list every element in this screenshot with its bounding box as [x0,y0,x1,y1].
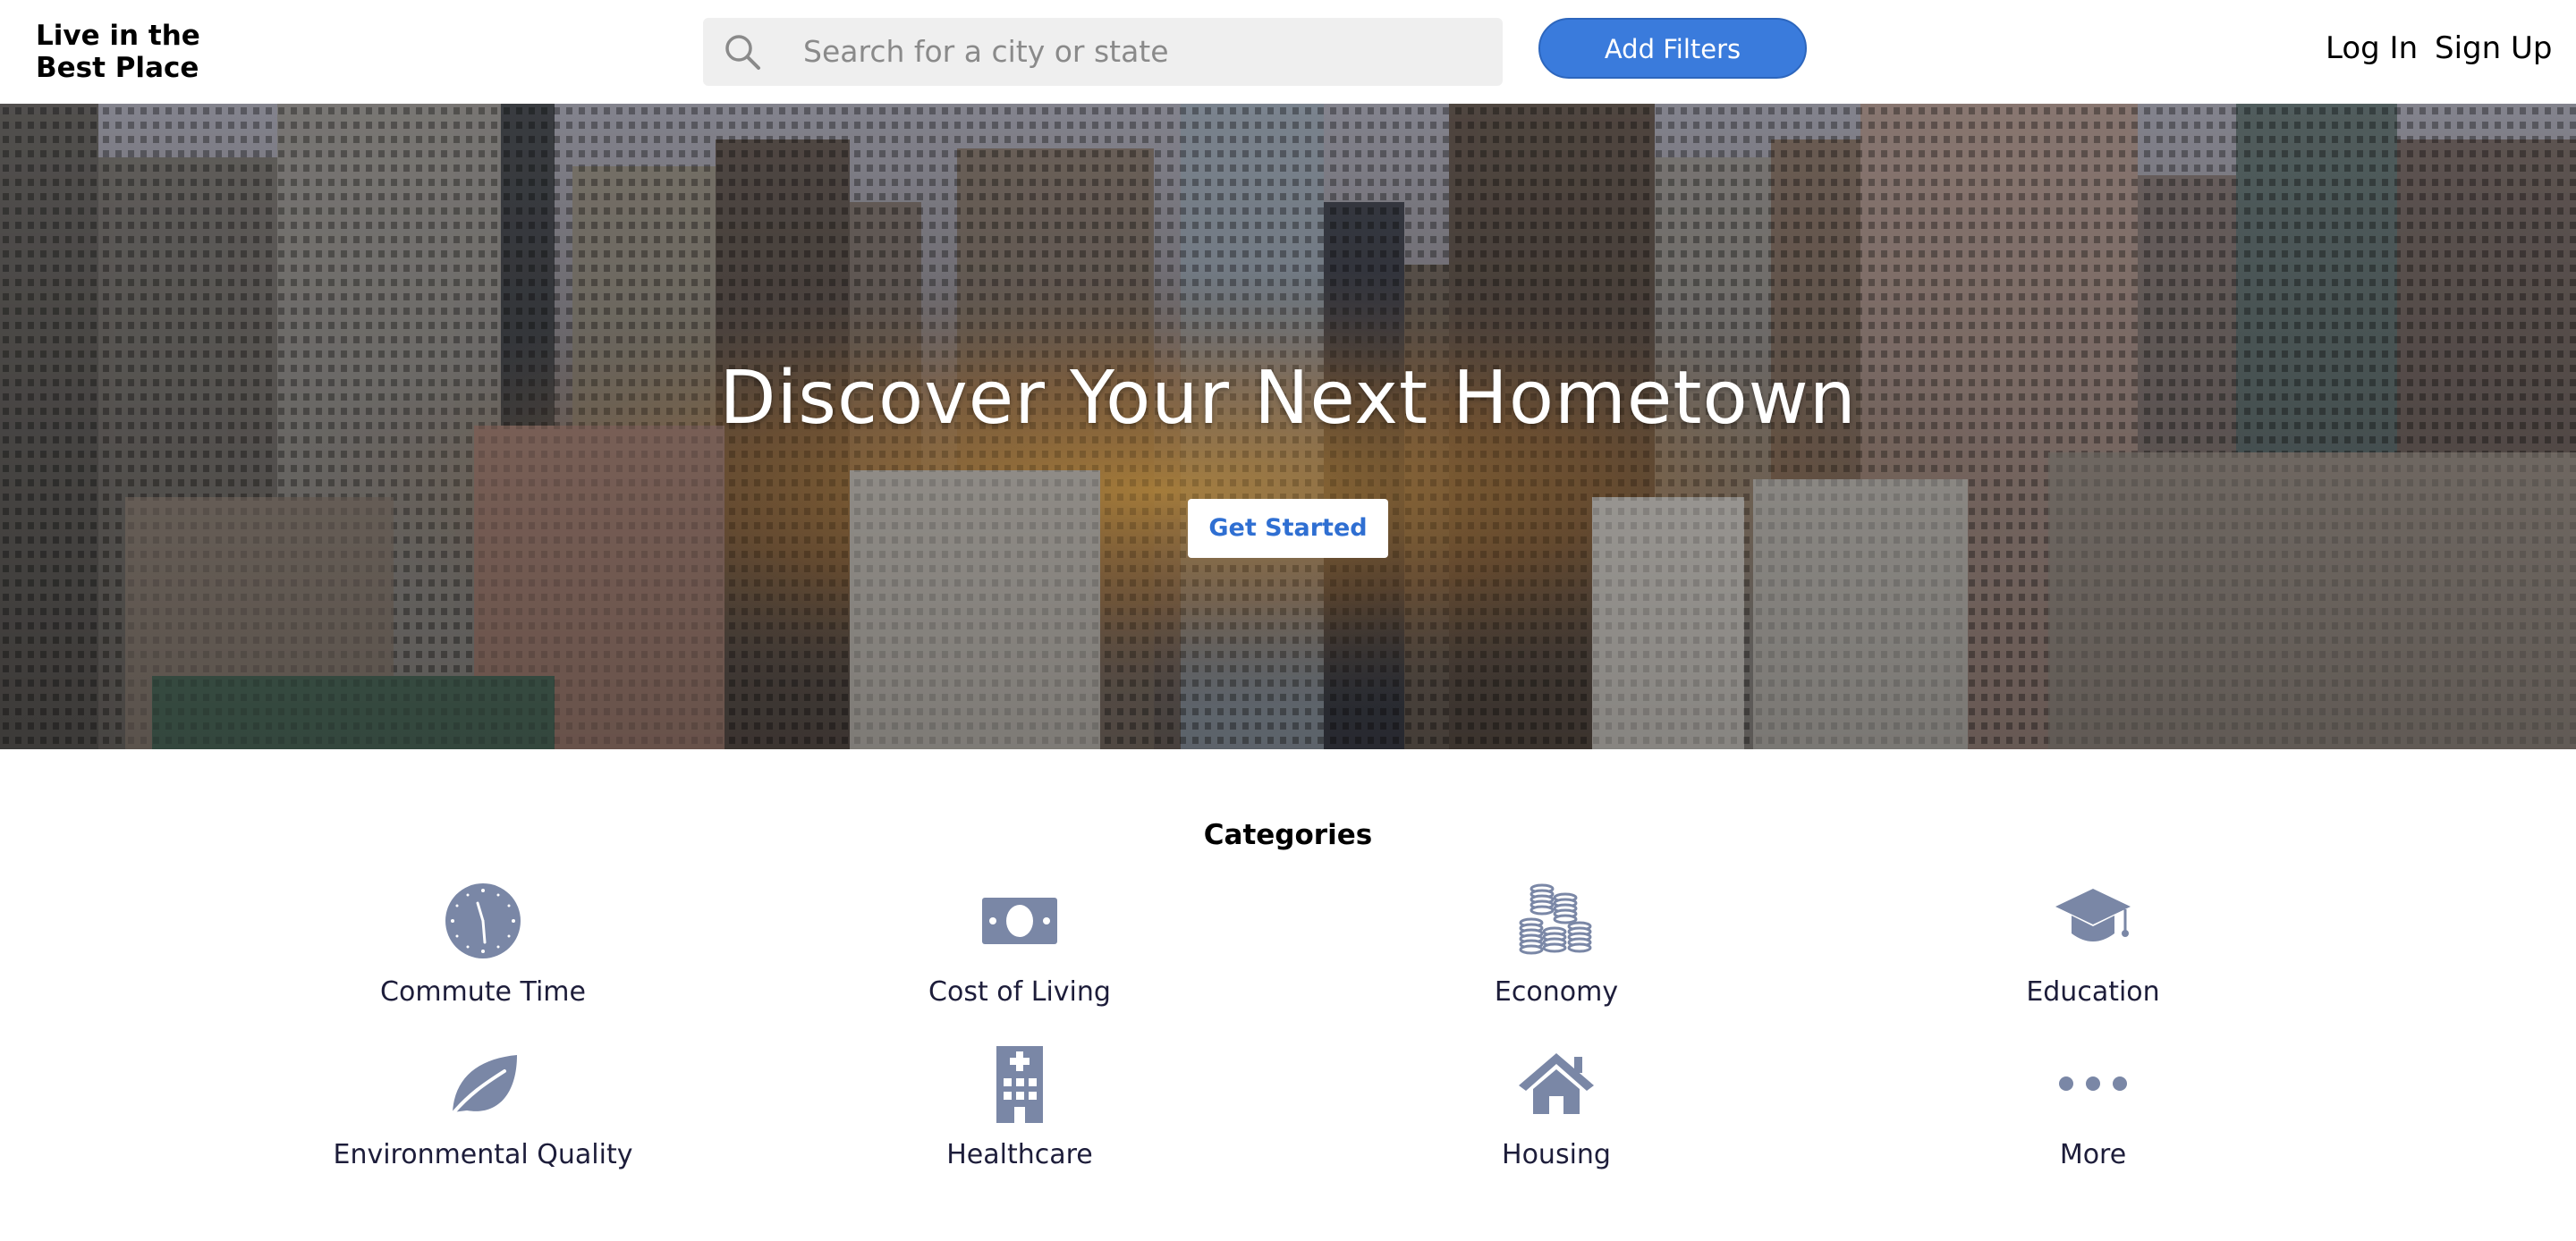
more-dots-icon [2059,1076,2127,1091]
category-healthcare[interactable]: Healthcare [823,1039,1216,1170]
banknote-icon [982,898,1057,944]
hero-title: Discover Your Next Hometown [719,356,1857,441]
category-label: More [2059,1139,2127,1170]
categories-heading: Categories [1203,819,1373,851]
logo-line-1: Live in the [36,20,200,52]
category-label: Environmental Quality [333,1139,633,1170]
graduation-cap-icon [2055,889,2131,941]
category-label: Housing [1502,1139,1611,1170]
search-input[interactable]: Search for a city or state [803,18,1169,86]
house-icon [1519,1053,1594,1114]
hero-banner: Discover Your Next Hometown Get Started [0,104,2576,749]
category-label: Commute Time [380,976,586,1008]
login-link[interactable]: Log In [2326,30,2418,66]
category-label: Education [2026,976,2160,1008]
hospital-icon [996,1046,1043,1123]
category-education[interactable]: Education [1896,876,2290,1008]
category-economy[interactable]: Economy [1360,876,1753,1008]
signup-link[interactable]: Sign Up [2435,30,2552,66]
search-bar[interactable]: Search for a city or state [703,18,1503,86]
clock-icon [445,883,521,958]
category-cost-of-living[interactable]: Cost of Living [823,876,1216,1008]
coins-icon [1519,883,1592,955]
site-logo[interactable]: Live in the Best Place [36,20,250,84]
category-label: Economy [1494,976,1619,1008]
top-navbar: Live in the Best Place Search for a city… [0,0,2576,104]
leaf-icon [449,1055,517,1118]
category-more[interactable]: More [1896,1039,2290,1170]
category-commute-time[interactable]: Commute Time [286,876,680,1008]
category-label: Cost of Living [928,976,1111,1008]
search-icon [725,35,760,70]
add-filters-button[interactable]: Add Filters [1538,18,1807,79]
logo-line-2: Best Place [36,52,199,84]
get-started-button[interactable]: Get Started [1188,499,1388,558]
category-label: Healthcare [946,1139,1093,1170]
category-housing[interactable]: Housing [1360,1039,1753,1170]
category-environmental-quality[interactable]: Environmental Quality [286,1039,680,1170]
